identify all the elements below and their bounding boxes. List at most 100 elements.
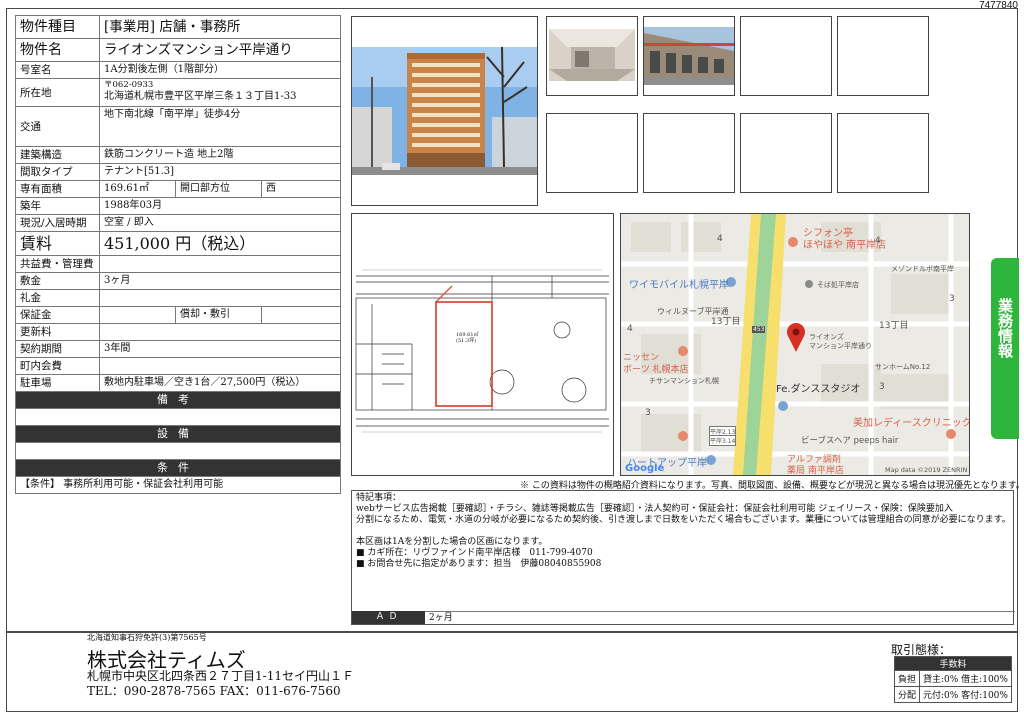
map-label-27: 4 xyxy=(627,324,633,334)
bikou-body xyxy=(15,408,341,426)
name-label: 物件名 xyxy=(15,38,100,62)
town-fee-label: 町内会費 xyxy=(15,357,100,375)
storefront-photo xyxy=(644,17,734,95)
thumb-empty-7 xyxy=(740,113,832,193)
special-remarks: 特記事項： webサービス広告掲載［要確認］・チラシ、雑誌等掲載広告［要確認］・… xyxy=(351,490,1015,625)
row-name: 物件名 ライオンズマンション平岸通り xyxy=(15,38,341,62)
fee-value xyxy=(99,255,341,273)
thumb-photo-2 xyxy=(643,16,735,96)
address-cell: 〒062-0933 北海道札幌市豊平区平岸三条１３丁目1-33 xyxy=(99,78,341,107)
map-label-28: 3 xyxy=(645,408,651,418)
ad-value: 2ヶ月 xyxy=(425,611,1015,624)
map-label-22: 453 xyxy=(752,326,766,333)
bikou-header: 備考 xyxy=(15,391,341,409)
status-label: 現況/入居時期 xyxy=(15,214,100,232)
map-label-13: Fe.ダンススタジオ xyxy=(776,384,861,395)
status-value: 空室 / 即入 xyxy=(99,214,341,232)
floor-plan: 169.61㎡ (51.3坪) xyxy=(351,213,614,476)
side-tab-label: 業務情報 xyxy=(996,298,1014,358)
amort-value xyxy=(261,306,341,324)
map-label-20: Google xyxy=(625,463,665,474)
rent-value: 451,000 円（税込） xyxy=(99,231,341,256)
map-label-3: メゾンドルボ南平岸 xyxy=(891,265,954,273)
interior-photo xyxy=(547,17,637,95)
futan-value: 貸主:0% 借主:100% xyxy=(919,670,1012,687)
renewal-label: 更新料 xyxy=(15,323,100,341)
thumb-empty-3 xyxy=(740,16,832,96)
guarantee-label: 保証金 xyxy=(15,306,100,324)
address-label: 所在地 xyxy=(15,78,100,107)
type-label: 物件種目 xyxy=(15,15,100,39)
built-label: 築年 xyxy=(15,197,100,215)
thumb-empty-4 xyxy=(837,16,929,96)
name-value: ライオンズマンション平岸通り xyxy=(99,38,341,62)
map-label-30: 平岸3.14 xyxy=(709,435,737,446)
ad-label: ＡＤ xyxy=(352,611,425,624)
plan-area-sub: (51.3坪) xyxy=(456,337,476,344)
map-label-24: 4 xyxy=(875,236,881,246)
area-label: 専有面積 xyxy=(15,180,100,198)
map-label-14: サンホームNo.12 xyxy=(875,363,931,371)
access-value: 地下南北線「南平岸」徒歩4分 xyxy=(99,106,341,147)
term-label: 契約期間 xyxy=(15,340,100,358)
built-value: 1988年03月 xyxy=(99,197,341,215)
building-photo-image xyxy=(352,17,537,205)
setsubi-header: 設備 xyxy=(15,425,341,443)
layout-value: テナント[51.3] xyxy=(99,163,341,181)
side-tab-gyomu[interactable]: 業務情報 xyxy=(991,258,1019,439)
map-label-26: 3 xyxy=(879,382,885,392)
amort-label: 償却・敷引 xyxy=(175,306,262,324)
town-fee-value xyxy=(99,357,341,375)
setsubi-body xyxy=(15,442,341,460)
structure-value: 鉄筋コンクリート造 地上2階 xyxy=(99,146,341,164)
row-type: 物件種目 [事業用] 店舗・事務所 xyxy=(15,15,341,39)
thumb-photo-1 xyxy=(546,16,638,96)
joken-header: 条件 xyxy=(15,459,341,477)
joken-value: 【条件】 事務所利用可能・保証会社利用可能 xyxy=(15,476,341,494)
fee-table: 手数料 負担 貸主:0% 借主:100% 分配 元付:0% 客付:100% xyxy=(893,656,1012,703)
thumb-empty-8 xyxy=(837,113,929,193)
bunpai-value: 元付:0% 客付:100% xyxy=(919,686,1012,703)
deposit-value: 3ヶ月 xyxy=(99,272,341,290)
structure-label: 建築構造 xyxy=(15,146,100,164)
room-value: 1A分割後左側（1階部分） xyxy=(99,61,341,79)
thumb-empty-5 xyxy=(546,113,638,193)
map-label-4: ワイモバイル札幌平岸 xyxy=(629,280,729,291)
postal-code: 〒062-0933 xyxy=(104,80,154,90)
plan-area-label: 169.61㎡ xyxy=(456,331,479,338)
map-label-6: 13丁目 xyxy=(711,317,741,327)
area-value: 169.61㎡ xyxy=(99,180,176,198)
map-label-2: そば処平岸店 xyxy=(817,281,859,289)
rent-label: 賃料 xyxy=(15,231,100,256)
futan-label: 負担 xyxy=(893,670,921,687)
map-label-7: 13丁目 xyxy=(879,321,909,331)
property-table: 物件種目 [事業用] 店舗・事務所 物件名 ライオンズマンション平岸通り 号室名… xyxy=(15,15,341,494)
parking-value: 敷地内駐車場／空き1台／27,500円（税込） xyxy=(99,374,341,392)
key-money-value xyxy=(99,289,341,307)
opening-label: 開口部方位 xyxy=(175,180,262,198)
key-money-label: 礼金 xyxy=(15,289,100,307)
map-label-15: 美加レディースクリニック xyxy=(853,418,970,429)
map-label-11: ボーツ 札幌本店 xyxy=(623,365,689,375)
renewal-value xyxy=(99,323,341,341)
fee-header: 手数料 xyxy=(894,656,1012,671)
map-label-19: 薬局 南平岸店 xyxy=(787,466,844,476)
term-value: 3年間 xyxy=(99,340,341,358)
address-value: 北海道札幌市豊平区平岸三条１３丁目1-33 xyxy=(104,91,297,102)
building-photo xyxy=(351,16,538,206)
map-graphic xyxy=(621,214,969,475)
map-label-25: 3 xyxy=(949,294,955,304)
remarks-text: 特記事項： webサービス広告掲載［要確認］・チラシ、雑誌等掲載広告［要確認］・… xyxy=(356,493,1011,569)
floor-plan-drawing: 169.61㎡ (51.3坪) xyxy=(355,269,609,433)
map-label-23: 4 xyxy=(717,234,723,244)
opening-value: 西 xyxy=(261,180,341,198)
thumb-empty-6 xyxy=(643,113,735,193)
access-label: 交通 xyxy=(15,106,100,147)
type-value: [事業用] 店舗・事務所 xyxy=(99,15,341,39)
map-label-1: ほやほや 南平岸店 xyxy=(803,240,887,251)
map-label-12: チサンマンション札幌 xyxy=(649,377,719,385)
company-phones: TEL：090-2878-7565 FAX：011-676-7560 xyxy=(87,684,341,698)
location-map: シフォン亭 ほやほや 南平岸店 そば処平岸店 メゾンドルボ南平岸 ワイモバイル札… xyxy=(620,213,970,476)
guarantee-value xyxy=(99,306,176,324)
map-label-21: Map data ©2019 ZENRIN xyxy=(885,466,968,474)
